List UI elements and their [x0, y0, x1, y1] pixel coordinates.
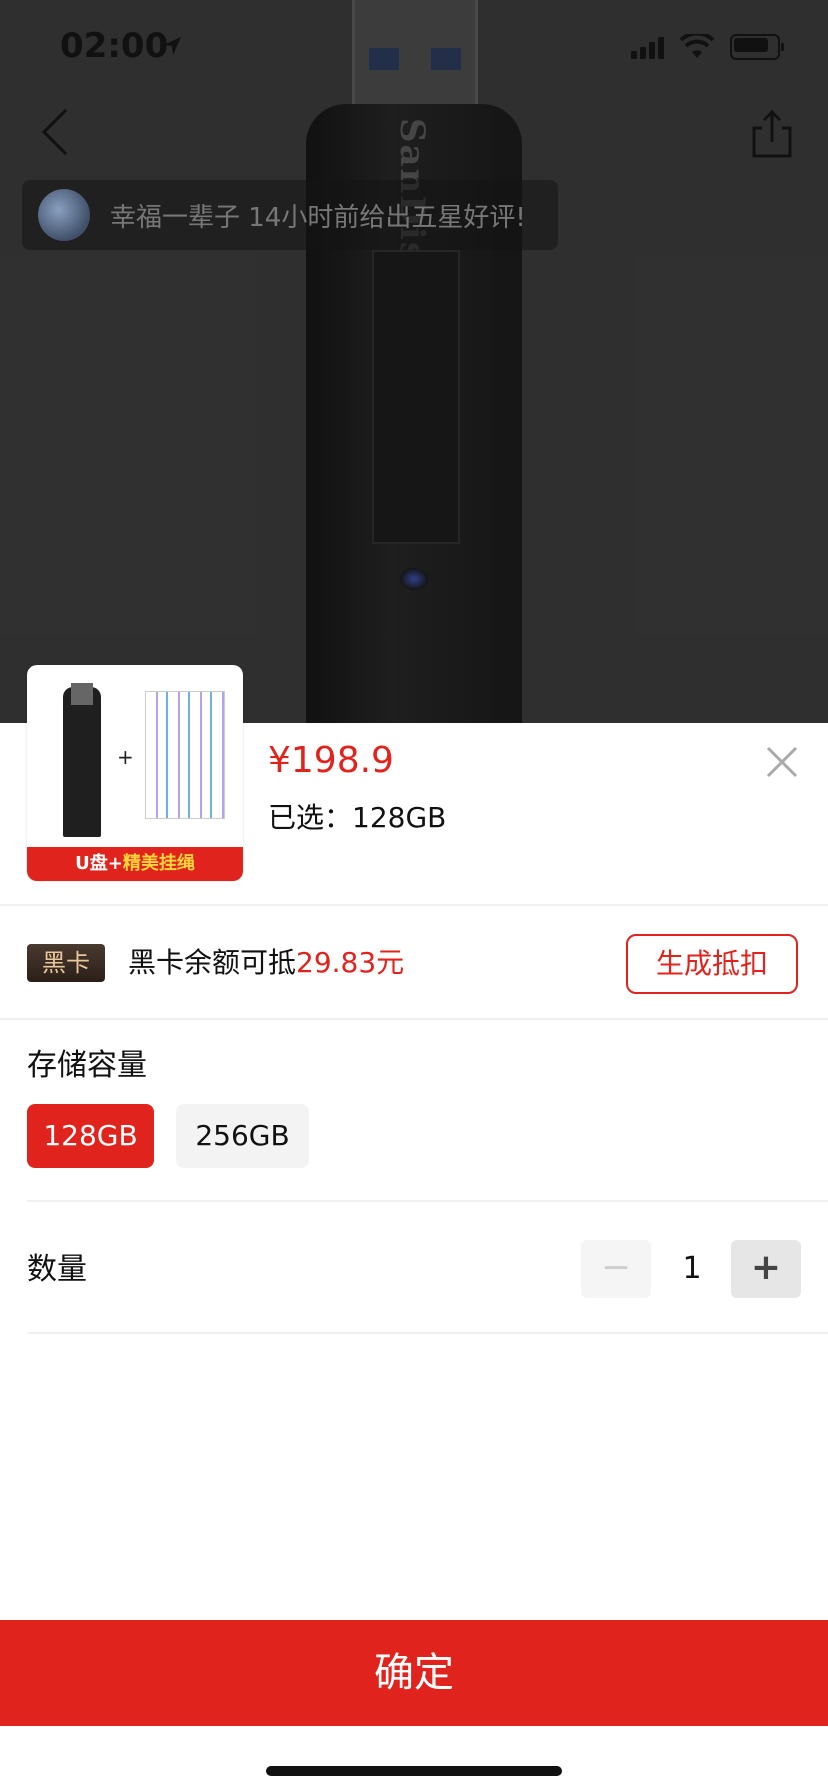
wifi-icon — [680, 34, 714, 58]
home-indicator — [266, 1766, 562, 1776]
confirm-button[interactable]: 确定 — [0, 1620, 828, 1726]
status-bar: 02:00 — [0, 0, 828, 94]
status-time: 02:00 — [60, 26, 169, 66]
thumbnail-usb — [63, 683, 101, 837]
selected-spec: 已选：128GB — [268, 801, 447, 834]
vip-amount: 29.83元 — [296, 946, 405, 979]
battery-icon — [730, 34, 784, 60]
vip-deduction-text: 黑卡余额可抵29.83元 — [128, 946, 405, 979]
quantity-increase-button[interactable]: + — [731, 1240, 801, 1298]
close-icon[interactable] — [764, 744, 800, 780]
avatar — [38, 189, 90, 241]
generate-deduction-button[interactable]: 生成抵扣 — [626, 934, 798, 994]
storage-option-256gb[interactable]: 256GB — [176, 1104, 309, 1168]
review-toast-text: 幸福一辈子 14小时前给出五星好评! — [110, 202, 526, 233]
storage-option-128gb[interactable]: 128GB — [27, 1104, 154, 1168]
thumbnail-lanyard — [145, 691, 225, 819]
quantity-value[interactable]: 1 — [660, 1240, 724, 1298]
location-arrow-icon — [163, 37, 181, 55]
review-toast: 幸福一辈子 14小时前给出五星好评! — [22, 180, 558, 250]
product-thumbnail[interactable]: + U盘+精美挂绳 — [27, 665, 243, 881]
product-image: SanDisk — [0, 0, 828, 723]
thumbnail-caption: U盘+精美挂绳 — [27, 847, 243, 881]
back-arrow-icon[interactable] — [26, 100, 86, 160]
quantity-decrease-button[interactable]: − — [581, 1240, 651, 1298]
quantity-title: 数量 — [27, 1252, 87, 1287]
storage-title: 存储容量 — [27, 1048, 147, 1083]
vip-badge: 黑卡 — [27, 944, 105, 982]
share-icon[interactable] — [742, 104, 802, 164]
cellular-signal-icon — [631, 35, 664, 59]
price: ¥198.9 — [268, 740, 394, 781]
